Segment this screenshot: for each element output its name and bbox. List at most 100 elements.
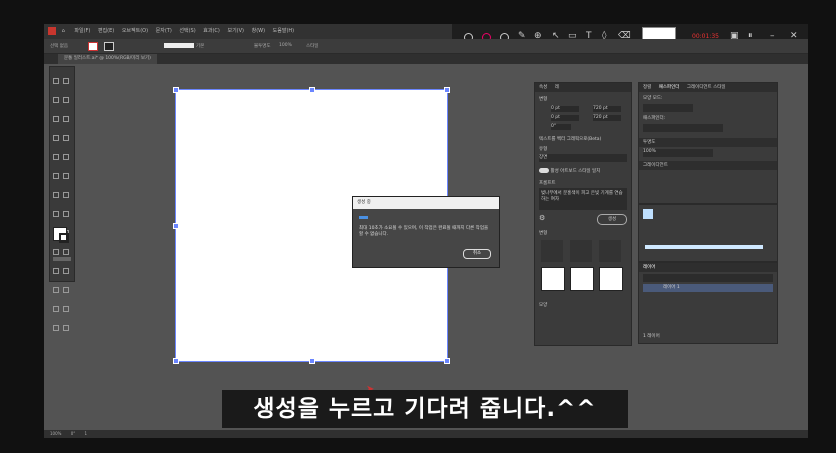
tab-gradient-style[interactable]: 그레이디언트 스타일 xyxy=(687,85,726,90)
toggle-switch-icon[interactable] xyxy=(539,168,549,173)
artboard-handle[interactable] xyxy=(309,87,315,93)
tab-pathfinder[interactable]: 패스파인더 xyxy=(659,85,680,90)
curvature-tool-icon[interactable] xyxy=(63,116,69,122)
menu-effect[interactable]: 효과(C) xyxy=(203,24,220,39)
zoom-tool-icon[interactable] xyxy=(63,325,69,331)
rotate-tool-icon[interactable] xyxy=(63,192,69,198)
gradient-header[interactable]: 그레이디언트 xyxy=(639,161,777,170)
selection-tool-icon[interactable] xyxy=(53,78,59,84)
tab-properties[interactable]: 속성 xyxy=(539,85,547,90)
prompt-label: 프롬프트 xyxy=(539,181,556,186)
line-tool-icon[interactable] xyxy=(63,135,69,141)
variations-label: 변형 xyxy=(539,231,548,236)
gradient-swatch[interactable] xyxy=(643,209,653,219)
dialog-title: 생성 중 xyxy=(353,197,499,209)
artboard-handle[interactable] xyxy=(444,87,450,93)
width-tool-icon[interactable] xyxy=(63,211,69,217)
graph-tool-icon[interactable] xyxy=(53,306,59,312)
layers-panel-header: 레이어 xyxy=(639,263,777,272)
control-bar: 선택 없음 기본 불투명도 100% 스타일 xyxy=(44,39,808,54)
stroke-swatch[interactable] xyxy=(104,42,114,51)
magic-wand-tool-icon[interactable] xyxy=(53,97,59,103)
eyedropper-tool-icon[interactable] xyxy=(63,268,69,274)
shape-modes-label: 모양 모드: xyxy=(643,96,663,101)
tools-panel xyxy=(49,66,75,331)
artboard-handle[interactable] xyxy=(309,358,315,364)
lasso-tool-icon[interactable] xyxy=(63,97,69,103)
rectangle-tool-icon[interactable] xyxy=(53,154,59,160)
transparency-header[interactable]: 투명도 xyxy=(639,138,777,147)
artboard-handle[interactable] xyxy=(173,358,179,364)
x-field[interactable]: 0 pt xyxy=(551,106,579,112)
gradient-tool-icon[interactable] xyxy=(53,268,59,274)
artboard-tool-icon[interactable] xyxy=(63,306,69,312)
menu-edit[interactable]: 편집(E) xyxy=(98,24,114,39)
cancel-button[interactable]: 취소 xyxy=(463,249,491,259)
match-style-toggle[interactable]: 활성 아트보드 스타일 일치 xyxy=(539,168,627,174)
menu-window[interactable]: 창(W) xyxy=(252,24,265,39)
home-icon[interactable]: ⌂ xyxy=(62,24,65,39)
zoom-level[interactable]: 100% xyxy=(50,431,61,436)
transparency-opacity[interactable]: 100% xyxy=(643,149,713,157)
gradient-panel xyxy=(638,204,778,262)
symbol-sprayer-tool-icon[interactable] xyxy=(63,287,69,293)
shaper-tool-icon[interactable] xyxy=(53,173,59,179)
document-tab[interactable]: 문통 일러스트.ai* @ 100%(RGB/미리 보기) xyxy=(58,54,157,64)
settings-icon[interactable]: ⚙ xyxy=(539,214,545,222)
eraser-tool-icon[interactable] xyxy=(53,192,59,198)
document-tab-bar: 문통 일러스트.ai* @ 100%(RGB/미리 보기) xyxy=(44,54,808,64)
mesh-tool-icon[interactable] xyxy=(63,249,69,255)
selection-label: 선택 없음 xyxy=(50,44,68,49)
subject-dropdown[interactable]: 장면 xyxy=(539,154,627,162)
menu-view[interactable]: 보기(V) xyxy=(227,24,244,39)
w-field[interactable]: 720 pt xyxy=(593,106,621,112)
gradient-slider[interactable] xyxy=(645,245,763,249)
variation-thumbnail[interactable] xyxy=(599,267,623,291)
paintbrush-tool-icon[interactable] xyxy=(63,154,69,160)
perspective-tool-icon[interactable] xyxy=(53,249,59,255)
stroke-style-label: 기본 xyxy=(196,44,205,49)
prompt-field[interactable]: 벚나무에서 분홍색이 피고 은빛 기계를 연습하는 여자 xyxy=(539,188,627,210)
menu-help[interactable]: 도움말(H) xyxy=(273,24,294,39)
menu-type[interactable]: 문자(T) xyxy=(156,24,172,39)
generate-button[interactable]: 생성 xyxy=(597,214,627,225)
layers-search[interactable] xyxy=(643,274,773,282)
stroke-color-icon[interactable] xyxy=(59,233,69,243)
y-field[interactable]: 0 pt xyxy=(551,115,579,121)
artboard-number[interactable]: 1 xyxy=(85,431,88,436)
menu-file[interactable]: 파일(F) xyxy=(74,24,90,39)
shape-mode-buttons[interactable] xyxy=(643,104,693,112)
artboard-handle[interactable] xyxy=(173,223,179,229)
hand-tool-icon[interactable] xyxy=(53,325,59,331)
pathfinder-panel: 정렬 패스파인더 그레이디언트 스타일 모양 모드: 패스파인더: 투명도 10… xyxy=(638,82,778,204)
draw-mode-icon[interactable] xyxy=(53,257,71,261)
opacity-value[interactable]: 100% xyxy=(279,43,292,48)
variation-thumbnail[interactable] xyxy=(570,267,594,291)
menu-select[interactable]: 선택(S) xyxy=(179,24,195,39)
blend-tool-icon[interactable] xyxy=(53,287,59,293)
h-field[interactable]: 720 pt xyxy=(593,115,621,121)
tab-align[interactable]: 정렬 xyxy=(643,85,651,90)
properties-panel-header: 속성 레 xyxy=(535,83,631,92)
pencil-tool-icon[interactable] xyxy=(63,173,69,179)
direct-selection-tool-icon[interactable] xyxy=(63,78,69,84)
dialog-message: 최대 10초가 소요될 수 있으며, 이 작업은 완료될 때까지 다른 작업을 … xyxy=(359,226,489,237)
variations-grid xyxy=(539,238,627,294)
angle-field[interactable]: 0° xyxy=(551,124,571,130)
rotation-level[interactable]: 0° xyxy=(71,431,76,436)
stroke-weight[interactable] xyxy=(164,43,194,48)
menu-object[interactable]: 오브젝트(O) xyxy=(122,24,148,39)
layers-panel: 레이어 레이어 1 1 레이어 xyxy=(638,262,778,344)
text-to-vector-label: 텍스트를 벡터 그래픽으로(Beta) xyxy=(539,137,602,142)
pen-tool-icon[interactable] xyxy=(53,116,59,122)
type-tool-icon[interactable] xyxy=(53,135,59,141)
pathfinder-buttons[interactable] xyxy=(643,124,723,132)
artboard-handle[interactable] xyxy=(173,87,179,93)
variation-thumbnail[interactable] xyxy=(541,267,565,291)
artboard-handle[interactable] xyxy=(444,358,450,364)
tab-layers-short[interactable]: 레 xyxy=(555,85,559,90)
layer-row[interactable]: 레이어 1 xyxy=(643,284,773,292)
tab-layers[interactable]: 레이어 xyxy=(643,265,655,270)
fill-swatch[interactable] xyxy=(88,42,98,51)
scale-tool-icon[interactable] xyxy=(53,211,59,217)
